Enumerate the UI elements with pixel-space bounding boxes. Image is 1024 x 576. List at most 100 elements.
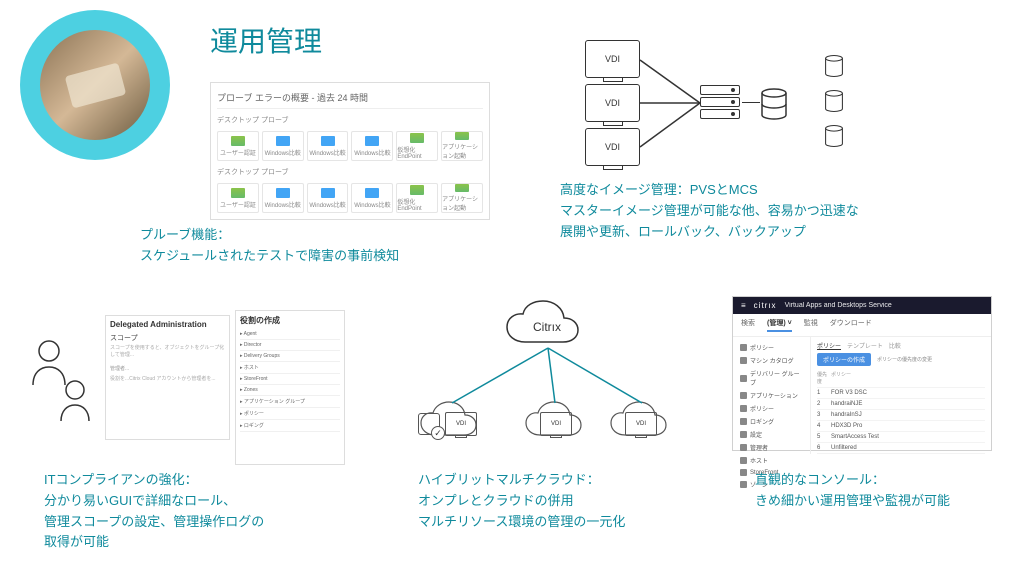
console-main-tab-0[interactable]: ポリシー (817, 341, 841, 350)
probe-cell: ユーザー認証 (217, 131, 259, 161)
console-main: ポリシー テンプレート 比較 ポリシーの作成 ポリシーの優先度の変更 優先度 ポ… (811, 337, 991, 454)
probe-text-2: スケジュールされたテストで障害の事前検知 (140, 248, 399, 263)
hybrid-description: ハイブリットマルチクラウド： オンプレとクラウドの併用 マルチリソース環境の管理… (418, 470, 625, 532)
role-row: ▸ Director (240, 340, 340, 351)
hybrid-text-3: マルチリソース環境の管理の一元化 (418, 514, 625, 529)
console-tab[interactable]: (管理) ˅ (767, 318, 792, 332)
col-priority: 優先度 (817, 371, 831, 385)
probe-cell: 仮想化EndPoint (396, 183, 438, 213)
probe-grid-1: ユーザー認証Windows比較Windows比較Windows比較仮想化EndP… (217, 131, 483, 161)
page-title: 運用管理 (210, 20, 322, 60)
svg-text:Citrıx: Citrıx (533, 320, 561, 334)
vdi-stack: VDIVDIVDI (585, 40, 640, 172)
probe-text-1: プルーブ機能： (140, 227, 230, 242)
dlg1-title: Delegated Administration (110, 320, 225, 329)
imgmt-text-1: 高度なイメージ管理：PVSとMCS (560, 182, 758, 197)
console-breadcrumb: ポリシーの優先度の変更 (877, 356, 932, 363)
compliance-figure: Delegated Administration スコープ スコープを使用すると… (30, 310, 330, 460)
role-row: ▸ ポリシー (240, 408, 340, 420)
role-row: ▸ ホスト (240, 362, 340, 374)
vdi-small-1: VDI (445, 412, 477, 436)
console-description: 直観的なコンソール： きめ細かい運用管理や監視が可能 (755, 470, 950, 512)
image-mgmt-description: 高度なイメージ管理：PVSとMCS マスターイメージ管理が可能な他、容易かつ迅速… (560, 180, 859, 242)
role-row: ▸ アプリケーション グループ (240, 396, 340, 408)
probe-cell: 仮想化EndPoint (396, 131, 438, 161)
probe-cell: アプリケーション起動 (441, 183, 483, 213)
policy-row[interactable]: 1FOR V3 DSC (817, 388, 985, 399)
console-main-tab-1[interactable]: テンプレート (847, 341, 883, 350)
sidebar-item[interactable]: 管理者 (737, 441, 806, 454)
imgmt-text-2: マスターイメージ管理が可能な他、容易かつ迅速な (560, 203, 859, 218)
policy-row[interactable]: 5SmartAccess Test (817, 432, 985, 443)
console-tab[interactable]: 監視 (804, 318, 818, 332)
console-header: ≡ citrıx Virtual Apps and Desktops Servi… (733, 297, 991, 314)
vdi-small-2: VDI (540, 412, 572, 436)
sidebar-item[interactable]: マシン カタログ (737, 354, 806, 367)
role-create-dialog: 役割の作成 ▸ Agent▸ Director▸ Delivery Groups… (235, 310, 345, 465)
sidebar-item[interactable]: ロギング (737, 415, 806, 428)
sidebar-item[interactable]: アプリケーション (737, 389, 806, 402)
role-row: ▸ StoreFront (240, 374, 340, 385)
compliance-description: ITコンプライアンの強化： 分かり易いGUIで詳細なロール、 管理スコープの設定… (44, 470, 264, 553)
sidebar-item[interactable]: デリバリー グループ (737, 367, 806, 389)
sidebar-item[interactable]: ホスト (737, 454, 806, 467)
probe-cell: Windows比較 (262, 183, 304, 213)
console-title: Virtual Apps and Desktops Service (785, 302, 892, 309)
sidebar-item[interactable]: 設定 (737, 428, 806, 441)
probe-description: プルーブ機能： スケジュールされたテストで障害の事前検知 (140, 225, 399, 267)
compl-text-2: 分かり易いGUIで詳細なロール、 (44, 493, 236, 508)
vdi-monitor: VDI (585, 40, 640, 78)
imgmt-text-3: 展開や更新、ロールバック、バックアップ (560, 224, 806, 239)
probe-cell: Windows比較 (262, 131, 304, 161)
hero-photo (20, 10, 170, 160)
server-icon (700, 85, 740, 123)
probe-panel: プローブ エラーの概要 - 過去 24 時間 デスクトップ プローブ ユーザー認… (210, 82, 490, 220)
policy-row[interactable]: 6Unfiltered (817, 443, 985, 454)
probe-cell: Windows比較 (351, 131, 393, 161)
hybrid-cloud-diagram: Citrıx VDI VDI VDI (400, 300, 690, 460)
probe-grid-2: ユーザー認証Windows比較Windows比較Windows比較仮想化EndP… (217, 183, 483, 213)
probe-cell: Windows比較 (307, 131, 349, 161)
console-tabs: 検索 (管理) ˅ 監視ダウンロード (733, 314, 991, 337)
policy-row[interactable]: 2handraiNJE (817, 399, 985, 410)
database-icon-1 (824, 55, 844, 77)
hybrid-text-1: ハイブリットマルチクラウド： (418, 472, 600, 487)
delegated-admin-dialog: Delegated Administration スコープ スコープを使用すると… (105, 315, 230, 440)
role-row: ▸ ロギング (240, 420, 340, 432)
console-brand: citrıx (754, 301, 777, 310)
dlg1-section: スコープ (110, 333, 225, 343)
hamburger-icon[interactable]: ≡ (741, 301, 746, 310)
probe-cell: Windows比較 (307, 183, 349, 213)
compl-text-4: 取得が可能 (44, 534, 109, 549)
console-tab[interactable]: 検索 (741, 318, 755, 332)
probe-subheader: デスクトップ プローブ (217, 115, 483, 125)
wire-db (742, 102, 760, 103)
checked-box-icon (418, 413, 440, 435)
console-tab[interactable]: ダウンロード (830, 318, 872, 332)
database-icon-2 (824, 90, 844, 112)
console-main-tab-2[interactable]: 比較 (889, 341, 901, 350)
hybrid-text-2: オンプレとクラウドの併用 (418, 493, 574, 508)
probe-cell: Windows比較 (351, 183, 393, 213)
sidebar-item[interactable]: ポリシー (737, 402, 806, 415)
vdi-small-3: VDI (625, 412, 657, 436)
people-icon (27, 335, 99, 435)
policy-row[interactable]: 3handraInSJ (817, 410, 985, 421)
dlg2-title: 役割の作成 (240, 315, 340, 326)
image-mgmt-diagram: VDIVDIVDI (570, 30, 900, 170)
role-row: ▸ Delivery Groups (240, 351, 340, 362)
console-sidebar: ポリシーマシン カタログデリバリー グループアプリケーションポリシーロギング設定… (733, 337, 811, 454)
sidebar-item[interactable]: ポリシー (737, 341, 806, 354)
database-icon-main (760, 88, 788, 120)
compl-text-1: ITコンプライアンの強化： (44, 472, 198, 487)
create-policy-button[interactable]: ポリシーの作成 (817, 353, 871, 366)
probe-section2: デスクトップ プローブ (217, 167, 483, 177)
probe-cell: アプリケーション起動 (441, 131, 483, 161)
console-text-1: 直観的なコンソール： (755, 472, 885, 487)
vdi-monitor: VDI (585, 128, 640, 166)
policy-row[interactable]: 4HDX3D Pro (817, 421, 985, 432)
compl-text-3: 管理スコープの設定、管理操作ログの (44, 514, 264, 529)
role-row: ▸ Agent (240, 329, 340, 340)
console-text-2: きめ細かい運用管理や監視が可能 (755, 493, 950, 508)
citrix-console: ≡ citrıx Virtual Apps and Desktops Servi… (732, 296, 992, 451)
